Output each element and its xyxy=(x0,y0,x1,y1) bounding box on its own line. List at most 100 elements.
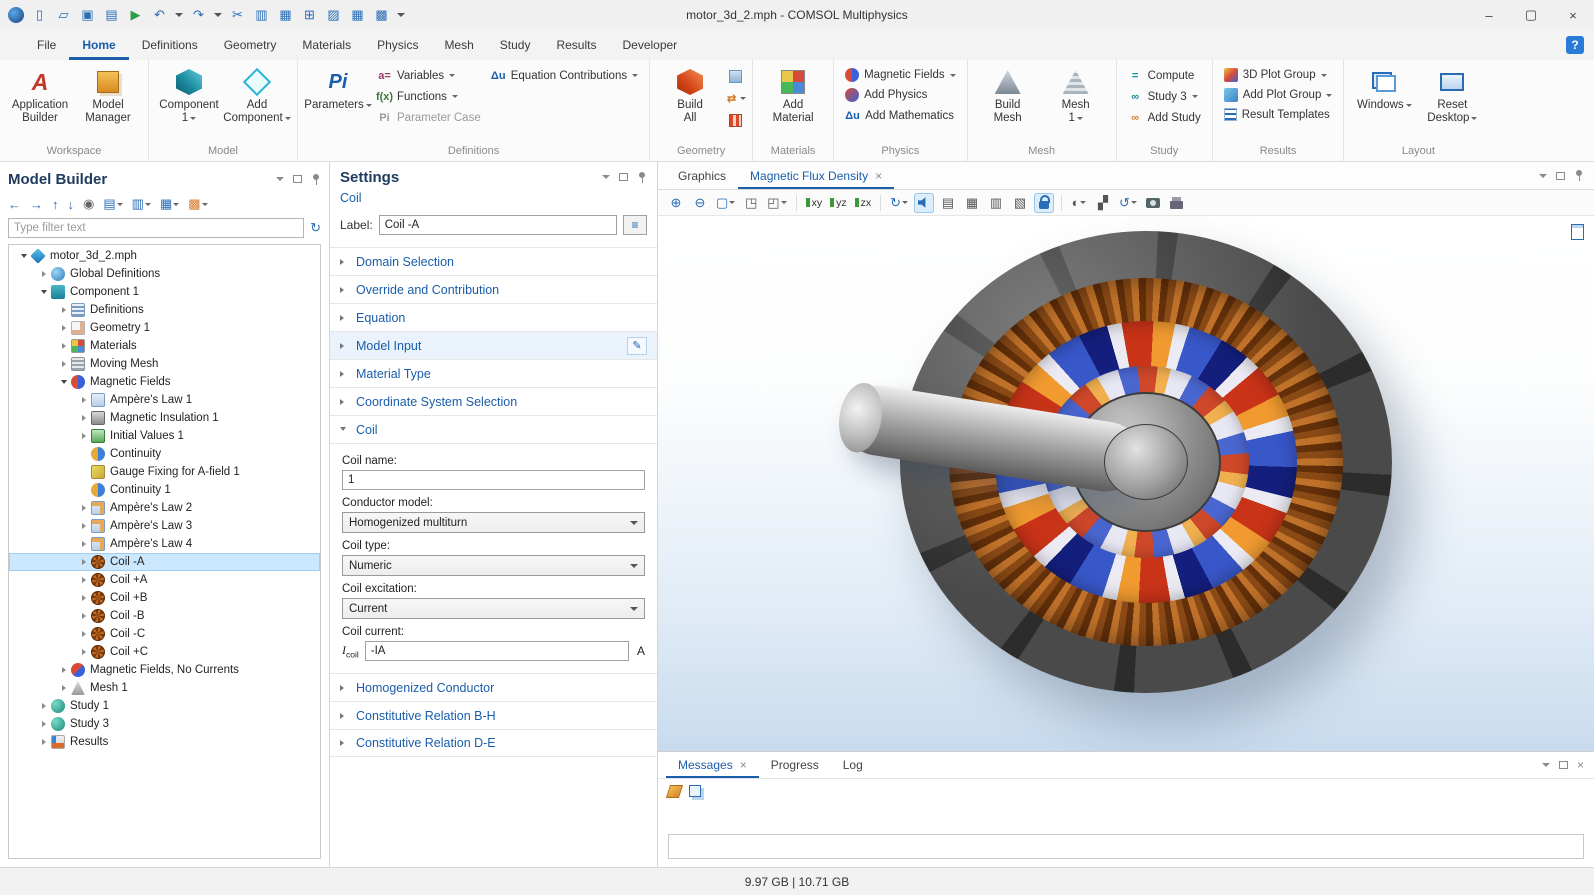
section-override-and-contribution[interactable]: Override and Contribution xyxy=(330,275,657,303)
add-physics-button[interactable]: Add Physics xyxy=(841,87,960,103)
redo-caret-icon[interactable] xyxy=(214,13,222,21)
tree-item-magnetic-insulation-1[interactable]: Magnetic Insulation 1 xyxy=(9,409,320,427)
print-icon[interactable] xyxy=(1167,193,1187,213)
expand-icon[interactable] xyxy=(77,613,91,619)
open-file-icon[interactable]: ▱ xyxy=(55,6,72,24)
tab-results[interactable]: Results xyxy=(543,30,609,60)
tab-geometry[interactable]: Geometry xyxy=(211,30,290,60)
tree-item-magnetic-fields-no-currents[interactable]: Magnetic Fields, No Currents xyxy=(9,661,320,679)
camera-icon[interactable] xyxy=(1143,193,1163,213)
columns-button[interactable]: ▤ xyxy=(103,196,122,212)
view-zx-button[interactable]: zx xyxy=(853,193,874,213)
tree-item-moving-mesh[interactable]: Moving Mesh xyxy=(9,355,320,373)
tree-item-results[interactable]: Results xyxy=(9,733,320,751)
tree-item-continuity-1[interactable]: Continuity 1 xyxy=(9,481,320,499)
panel-menu-caret-icon[interactable] xyxy=(602,175,610,183)
tree-item-study-3[interactable]: Study 3 xyxy=(9,715,320,733)
delete-icon[interactable]: ▨ xyxy=(325,6,342,24)
collapse-icon[interactable] xyxy=(17,251,31,261)
panel-menu-caret-icon[interactable] xyxy=(1542,763,1550,771)
help-button[interactable]: ? xyxy=(1566,36,1584,54)
tree-item-mesh-1[interactable]: Mesh 1 xyxy=(9,679,320,697)
tab-messages[interactable]: Messages× xyxy=(666,752,759,778)
tree-item-amperes-law-4[interactable]: Ampère's Law 4 xyxy=(9,535,320,553)
expand-icon[interactable] xyxy=(37,739,51,745)
maximize-button[interactable]: ▢ xyxy=(1510,0,1552,30)
section-homogenized-conductor[interactable]: Homogenized Conductor xyxy=(330,673,657,701)
clear-messages-icon[interactable] xyxy=(666,785,683,798)
expand-icon[interactable] xyxy=(77,397,91,403)
tree-item-coil-plus-c[interactable]: Coil +C xyxy=(9,643,320,661)
geometry-grid-button[interactable] xyxy=(725,111,745,129)
expand-icon[interactable] xyxy=(77,505,91,511)
section-constitutive-relation-de[interactable]: Constitutive Relation D-E xyxy=(330,729,657,757)
tree-item-initial-values-1[interactable]: Initial Values 1 xyxy=(9,427,320,445)
undo-caret-icon[interactable] xyxy=(175,13,183,21)
expand-icon[interactable] xyxy=(77,415,91,421)
expand-icon[interactable] xyxy=(77,649,91,655)
move-down-button[interactable]: ↓ xyxy=(68,197,75,212)
float-panel-icon[interactable] xyxy=(1559,761,1568,769)
graphics-canvas[interactable] xyxy=(658,216,1594,751)
add-plot-group-button[interactable]: Add Plot Group xyxy=(1220,87,1337,103)
add-study-button[interactable]: ∞Add Study xyxy=(1124,109,1205,126)
move-up-button[interactable]: ↑ xyxy=(52,197,59,212)
tree-item-amperes-law-1[interactable]: Ampère's Law 1 xyxy=(9,391,320,409)
duplicate-icon[interactable]: ⊞ xyxy=(301,6,318,24)
section-material-type[interactable]: Material Type xyxy=(330,359,657,387)
geometry-export-button[interactable] xyxy=(725,67,745,85)
tree-item-coil-minus-c[interactable]: Coil -C xyxy=(9,625,320,643)
collapse-nodes-button[interactable]: ▦ xyxy=(160,196,179,212)
collapse-icon[interactable] xyxy=(57,377,71,387)
collapse-icon[interactable] xyxy=(37,287,51,297)
annotation-table-icon[interactable]: ▤ xyxy=(938,193,958,213)
coil-name-input[interactable] xyxy=(342,470,645,490)
tab-log[interactable]: Log xyxy=(831,752,875,778)
study-3-button[interactable]: ∞Study 3 xyxy=(1124,88,1205,105)
image-snapshot-icon[interactable]: ▧ xyxy=(1010,193,1030,213)
expand-icon[interactable] xyxy=(77,523,91,529)
copy-messages-icon[interactable] xyxy=(689,785,701,797)
pin-panel-icon[interactable] xyxy=(1574,169,1584,182)
table-icon[interactable]: ▦ xyxy=(349,6,366,24)
equation-contributions-button[interactable]: ΔuEquation Contributions xyxy=(487,67,642,84)
section-domain-selection[interactable]: Domain Selection xyxy=(330,247,657,275)
redo-icon[interactable]: ↷ xyxy=(190,6,207,24)
cut-icon[interactable]: ✂ xyxy=(229,6,246,24)
tab-file[interactable]: File xyxy=(24,30,69,60)
tree-item-global-definitions[interactable]: Global Definitions xyxy=(9,265,320,283)
view-xy-button[interactable]: xy xyxy=(804,193,825,213)
scene-light-icon[interactable]: ◐ xyxy=(1069,193,1089,213)
view-yz-button[interactable]: yz xyxy=(828,193,849,213)
zoom-in-icon[interactable]: ⊕ xyxy=(666,193,686,213)
pin-panel-icon[interactable] xyxy=(637,171,647,184)
result-templates-button[interactable]: Result Templates xyxy=(1220,107,1337,122)
model-manager-button[interactable]: ModelManager xyxy=(75,65,141,128)
build-all-button[interactable]: BuildAll xyxy=(657,65,723,128)
tree-item-component-1[interactable]: Component 1 xyxy=(9,283,320,301)
tree-item-coil-minus-a[interactable]: Coil -A xyxy=(9,553,320,571)
float-panel-icon[interactable] xyxy=(619,173,628,181)
save-as-icon[interactable]: ▤ xyxy=(103,6,120,24)
tab-mesh[interactable]: Mesh xyxy=(431,30,486,60)
transparency-icon[interactable]: ▞ xyxy=(1093,193,1113,213)
expand-icon[interactable] xyxy=(57,343,71,349)
copy-icon[interactable]: ▥ xyxy=(253,6,270,24)
magnetic-fields-button[interactable]: Magnetic Fields xyxy=(841,67,960,83)
geometry-swap-button[interactable]: ⇄ xyxy=(725,89,745,107)
coil-current-input[interactable] xyxy=(365,641,629,661)
tree-item-continuity[interactable]: Continuity xyxy=(9,445,320,463)
expand-icon[interactable] xyxy=(57,325,71,331)
close-tab-icon[interactable]: × xyxy=(875,169,882,183)
expand-icon[interactable] xyxy=(77,559,91,565)
panel-menu-caret-icon[interactable] xyxy=(1539,174,1547,182)
functions-button[interactable]: f(x)Functions xyxy=(373,88,485,105)
run-icon[interactable]: ▶ xyxy=(127,6,144,24)
expand-icon[interactable] xyxy=(77,595,91,601)
expand-icon[interactable] xyxy=(77,577,91,583)
application-builder-button[interactable]: A ApplicationBuilder xyxy=(7,65,73,128)
section-equation[interactable]: Equation xyxy=(330,303,657,331)
tree-item-geometry-1[interactable]: Geometry 1 xyxy=(9,319,320,337)
expand-icon[interactable] xyxy=(37,271,51,277)
coil-excitation-select[interactable]: Current xyxy=(342,598,645,619)
